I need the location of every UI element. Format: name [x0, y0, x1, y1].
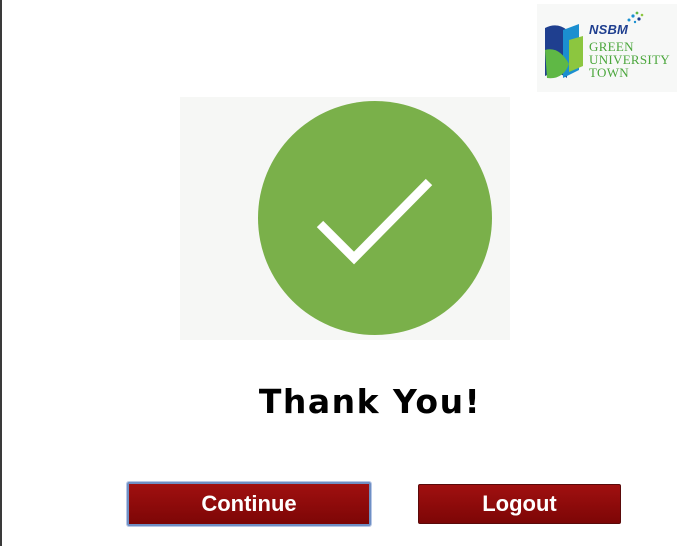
window-left-border [0, 0, 2, 546]
thank-you-message: Thank You! [258, 382, 482, 421]
nsbm-emblem-icon [545, 24, 583, 79]
logout-button-label: Logout [482, 491, 557, 516]
logout-button[interactable]: Logout [418, 484, 621, 524]
logo-tagline-line: TOWN [589, 65, 629, 80]
nsbm-logo: NSBM GREEN UNIVERSITY TOWN [537, 4, 677, 92]
checkmark-circle-icon [258, 101, 492, 335]
success-illustration [180, 97, 510, 340]
logo-brand-text: NSBM [589, 22, 629, 37]
continue-button-label: Continue [201, 491, 297, 516]
continue-button[interactable]: Continue [127, 482, 371, 526]
